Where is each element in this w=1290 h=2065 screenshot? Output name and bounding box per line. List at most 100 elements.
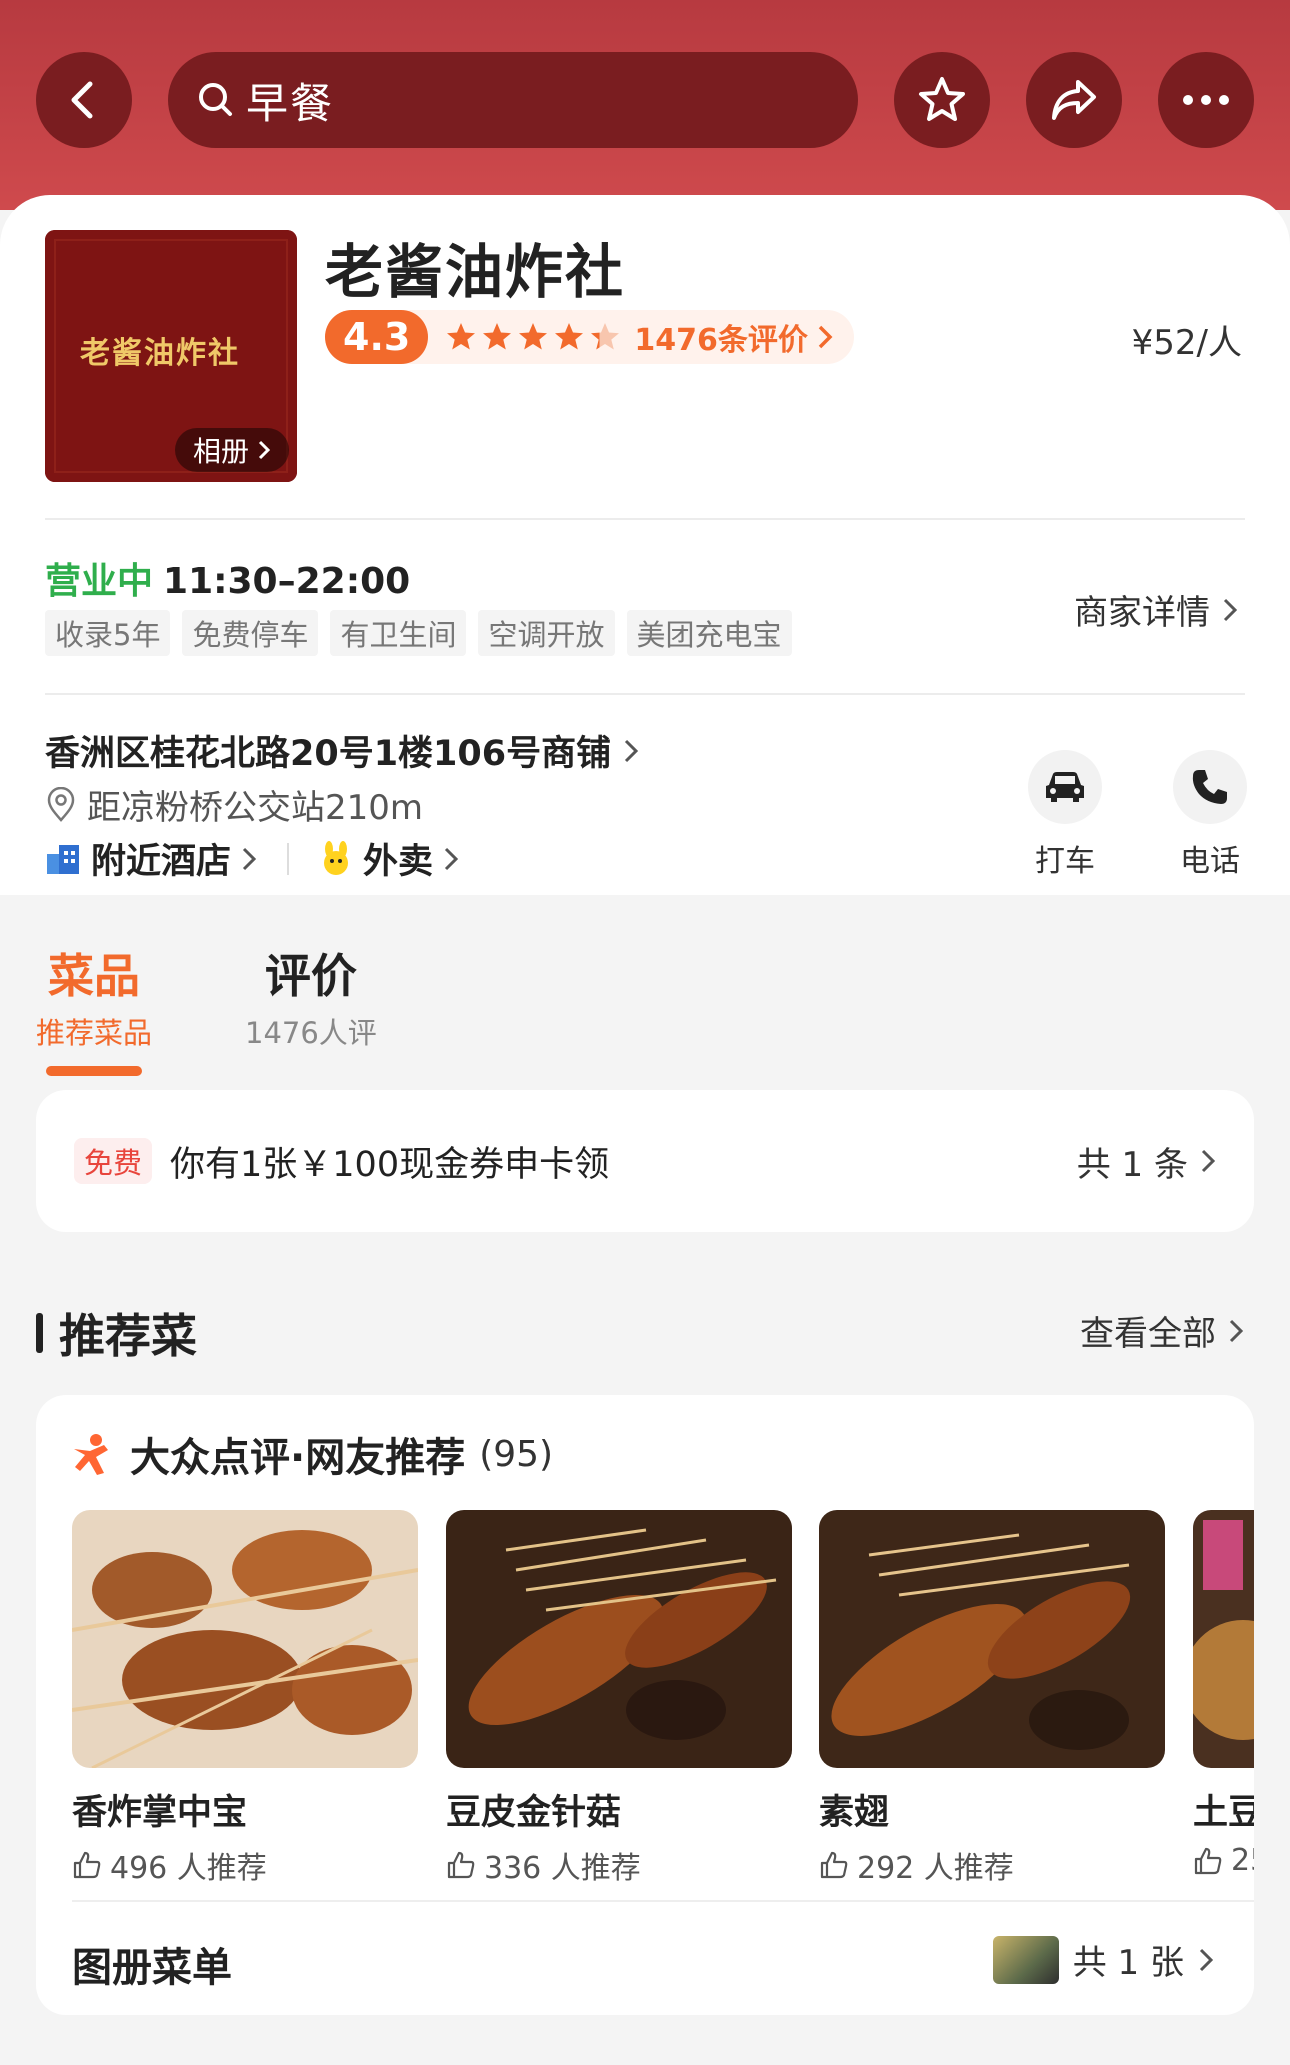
dish-name: 土豆 bbox=[1193, 1793, 1254, 1833]
facility-tags: 收录5年 免费停车 有卫生间 空调开放 美团充电宝 bbox=[45, 610, 792, 656]
store-name: 老酱油炸社 bbox=[325, 238, 626, 306]
phone-icon bbox=[1192, 770, 1227, 804]
thumbs-up-icon bbox=[447, 1851, 475, 1879]
view-all-label: 查看全部 bbox=[1080, 1314, 1216, 1354]
share-button[interactable] bbox=[1026, 52, 1122, 148]
divider bbox=[72, 1900, 1254, 1902]
taxi-button[interactable]: 打车 bbox=[1005, 750, 1125, 880]
tag: 免费停车 bbox=[182, 610, 319, 656]
takeout-label: 外卖 bbox=[363, 842, 434, 882]
album-button[interactable]: 相册 bbox=[174, 428, 289, 472]
takeout-link[interactable]: 外卖 bbox=[319, 833, 459, 884]
thumbs-up-icon bbox=[1194, 1847, 1222, 1874]
business-hours: 营业中 11:30–22:00 bbox=[45, 552, 410, 604]
chevron-right-icon bbox=[258, 440, 271, 460]
dish-photo-image bbox=[446, 1510, 792, 1768]
distance-text: 距凉粉桥公交站210m bbox=[87, 788, 424, 828]
dish-photo bbox=[819, 1510, 1165, 1768]
tab-reviews[interactable]: 评价 1476人评 bbox=[245, 940, 377, 1052]
dish-photo bbox=[446, 1510, 792, 1768]
title-bar bbox=[36, 1313, 43, 1353]
dish-photo-image bbox=[1193, 1510, 1254, 1768]
tab-active-indicator bbox=[46, 1066, 142, 1076]
dish-name: 香炸掌中宝 bbox=[72, 1793, 248, 1833]
dish-photo-image bbox=[819, 1510, 1165, 1768]
tab-dishes-sub: 推荐菜品 bbox=[36, 1016, 153, 1050]
chevron-right-icon bbox=[1223, 598, 1238, 621]
dish-card[interactable]: 素翅 292 人推荐 bbox=[819, 1510, 1165, 1887]
more-icon bbox=[1183, 95, 1229, 105]
phone-button[interactable]: 电话 bbox=[1150, 750, 1270, 880]
store-photo[interactable]: 老酱油炸社 相册 bbox=[45, 230, 297, 482]
rating-score: 4.3 bbox=[325, 310, 429, 364]
quick-links: 附近酒店 外卖 bbox=[45, 833, 459, 884]
store-details-label: 商家详情 bbox=[1074, 593, 1210, 633]
chevron-right-icon bbox=[1199, 1948, 1214, 1971]
star-icon bbox=[555, 323, 584, 350]
taxi-label: 打车 bbox=[1035, 844, 1095, 879]
tag: 美团充电宝 bbox=[626, 610, 792, 656]
separator bbox=[287, 842, 290, 875]
star-icon bbox=[919, 77, 965, 121]
free-badge: 免费 bbox=[74, 1138, 153, 1184]
dish-photo-image bbox=[72, 1510, 418, 1768]
dianping-count: (95) bbox=[479, 1433, 554, 1475]
dish-card[interactable]: 土豆 25 bbox=[1193, 1510, 1254, 1878]
back-icon bbox=[71, 81, 93, 119]
rating-row[interactable]: 4.3 1476条评价 bbox=[325, 310, 854, 364]
coupon-count: 共 1 条 bbox=[1077, 1137, 1216, 1186]
nearby-hotels-link[interactable]: 附近酒店 bbox=[45, 833, 257, 884]
address-text: 香洲区桂花北路20号1楼106号商铺 bbox=[45, 734, 612, 774]
hotel-icon bbox=[47, 844, 79, 874]
open-status: 营业中 bbox=[45, 561, 154, 602]
more-button[interactable] bbox=[1158, 52, 1254, 148]
tag: 收录5年 bbox=[45, 610, 171, 656]
dish-name: 素翅 bbox=[819, 1793, 890, 1833]
dianping-title: 大众点评·网友推荐 bbox=[130, 1435, 466, 1481]
address-link[interactable]: 香洲区桂花北路20号1楼106号商铺 bbox=[45, 725, 639, 776]
price-per-person: ¥52/人 bbox=[1131, 323, 1242, 363]
tag: 有卫生间 bbox=[330, 610, 467, 656]
dish-votes: 336 人推荐 bbox=[446, 1843, 792, 1887]
album-label: 相册 bbox=[192, 435, 249, 468]
rating-stars bbox=[444, 320, 622, 354]
thumbs-up-icon bbox=[73, 1851, 101, 1879]
store-info-card: 老酱油炸社 相册 老酱油炸社 4.3 1476条评价 ¥52/人 营业中 11:3… bbox=[0, 195, 1290, 895]
dish-votes: 25 bbox=[1193, 1843, 1254, 1878]
car-icon bbox=[1046, 772, 1084, 802]
search-query: 早餐 bbox=[246, 78, 335, 128]
back-button[interactable] bbox=[36, 52, 132, 148]
photo-menu-count: 共 1 张 bbox=[1072, 1943, 1184, 1983]
coupon-banner[interactable]: 免费 你有1张￥100现金券申卡领 共 1 条 bbox=[36, 1090, 1254, 1232]
dish-votes: 496 人推荐 bbox=[72, 1843, 418, 1887]
location-pin-icon bbox=[47, 786, 75, 822]
store-details-link[interactable]: 商家详情 bbox=[1074, 585, 1238, 634]
tab-reviews-label: 评价 bbox=[264, 949, 357, 1003]
phone-label: 电话 bbox=[1180, 844, 1240, 879]
taxi-icon-wrap bbox=[1028, 750, 1102, 824]
tab-dishes[interactable]: 菜品 推荐菜品 bbox=[36, 940, 152, 1076]
tab-dishes-label: 菜品 bbox=[48, 949, 140, 1003]
dish-photo bbox=[1193, 1510, 1254, 1768]
search-icon bbox=[199, 83, 232, 116]
divider bbox=[45, 518, 1245, 520]
nearby-hotels-label: 附近酒店 bbox=[91, 842, 232, 882]
header-bar: 早餐 bbox=[0, 0, 1290, 210]
dianping-logo-icon bbox=[74, 1434, 108, 1475]
search-input[interactable]: 早餐 bbox=[168, 52, 858, 148]
favorite-button[interactable] bbox=[894, 52, 990, 148]
recommended-section-title: 推荐菜 bbox=[36, 1300, 197, 1366]
recommended-title: 推荐菜 bbox=[59, 1309, 197, 1363]
dish-card[interactable]: 豆皮金针菇 336 人推荐 bbox=[446, 1510, 792, 1887]
photo-menu-label: 图册菜单 bbox=[72, 1945, 232, 1991]
dianping-header: 大众点评·网友推荐 (95) bbox=[70, 1425, 553, 1483]
view-all-link[interactable]: 查看全部 bbox=[1080, 1306, 1244, 1355]
dish-card[interactable]: 香炸掌中宝 496 人推荐 bbox=[72, 1510, 418, 1887]
hours-time: 11:30–22:00 bbox=[163, 561, 411, 602]
dish-photo bbox=[72, 1510, 418, 1768]
menu-thumbnail bbox=[992, 1935, 1059, 1984]
chevron-right-icon bbox=[1201, 1149, 1216, 1173]
dish-votes-text: 336 人推荐 bbox=[484, 1851, 641, 1886]
tag: 空调开放 bbox=[478, 610, 615, 656]
photo-menu-link[interactable]: 共 1 张 bbox=[992, 1935, 1214, 1984]
